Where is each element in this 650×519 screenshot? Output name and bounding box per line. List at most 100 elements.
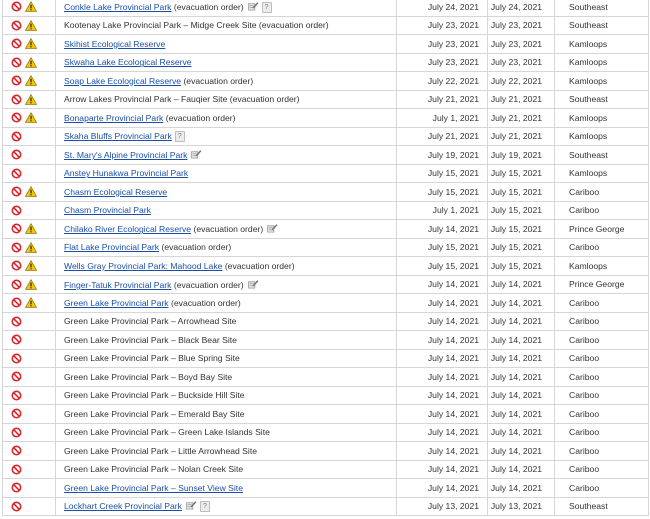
park-link[interactable]: Wells Gray Provincial Park: Mahood Lake [64, 261, 222, 271]
table-row: Green Lake Provincial Park (evacuation o… [2, 293, 649, 313]
park-name-cell: Soap Lake Ecological Reserve (evacuation… [55, 71, 397, 91]
region-cell: Southeast [554, 15, 649, 35]
no-entry-icon [11, 205, 22, 216]
date-1: July 14, 2021 [427, 427, 479, 438]
info-icon[interactable]: ? [199, 501, 210, 513]
status-note: (evacuation order) [224, 260, 295, 271]
pencil-note-icon[interactable] [247, 279, 259, 289]
date-cell-1: July 15, 2021 [396, 237, 488, 257]
region-cell: Cariboo [554, 237, 649, 257]
date-cell-2: July 24, 2021 [487, 0, 555, 17]
region: Cariboo [569, 186, 600, 197]
park-link[interactable]: Anstey Hunakwa Provincial Park [64, 168, 188, 178]
no-entry-icon [11, 371, 22, 382]
date-2: July 14, 2021 [490, 427, 542, 438]
date-cell-2: July 14, 2021 [487, 348, 555, 368]
park-link[interactable]: Bonaparte Provincial Park [64, 113, 163, 123]
info-icon[interactable]: ? [174, 130, 185, 142]
date-cell-1: July 14, 2021 [396, 293, 488, 313]
status-icons-cell [2, 330, 56, 350]
pencil-note-icon[interactable] [191, 149, 202, 159]
date-2: July 21, 2021 [490, 112, 542, 123]
park-name: Green Lake Provincial Park – Nolan Creek… [64, 464, 244, 475]
status-icons-cell [2, 89, 56, 109]
park-name-cell: Green Lake Provincial Park – Black Bear … [55, 330, 397, 350]
region-cell: Prince George [554, 274, 649, 294]
no-entry-icon [11, 297, 22, 308]
park-name-cell: Green Lake Provincial Park – Green Lake … [55, 422, 397, 442]
date-2: July 15, 2021 [490, 242, 542, 253]
park-link[interactable]: Green Lake Provincial Park [64, 298, 169, 308]
park-link[interactable]: Chasm Provincial Park [64, 205, 151, 215]
no-entry-icon [11, 168, 22, 179]
region: Kamloops [569, 260, 608, 271]
park-link[interactable]: Chasm Ecological Reserve [64, 187, 167, 197]
park-name: Green Lake Provincial Park – Emerald Bay… [64, 408, 245, 419]
date-2: July 14, 2021 [490, 297, 542, 308]
date-2: July 14, 2021 [490, 353, 542, 364]
park-name: Green Lake Provincial Park – Blue Spring… [64, 353, 240, 364]
date-cell-2: July 21, 2021 [487, 108, 555, 128]
park-link[interactable]: Chilako River Ecological Reserve [64, 224, 191, 234]
date-cell-2: July 15, 2021 [487, 256, 555, 276]
date-1: July 14, 2021 [427, 334, 479, 345]
date-2: July 14, 2021 [490, 482, 542, 493]
date-cell-2: July 14, 2021 [487, 441, 555, 461]
park-link[interactable]: Finger-Tatuk Provincial Park [64, 280, 171, 290]
region-cell: Southeast [554, 145, 649, 165]
no-entry-icon [11, 94, 22, 105]
table-row: Green Lake Provincial Park – Little Arro… [2, 441, 649, 461]
park-link[interactable]: Flat Lake Provincial Park [64, 242, 159, 252]
park-name-cell: Green Lake Provincial Park – Sunset View… [55, 478, 397, 498]
region-cell: Southeast [554, 0, 649, 17]
status-icons-cell [2, 163, 56, 183]
park-name-cell: Green Lake Provincial Park – Blue Spring… [55, 348, 397, 368]
date-cell-2: July 14, 2021 [487, 422, 555, 442]
date-1: July 23, 2021 [427, 20, 479, 31]
table-row: Kootenay Lake Provincial Park – Midge Cr… [2, 15, 649, 35]
region: Kamloops [569, 131, 608, 142]
region-cell: Cariboo [554, 367, 649, 387]
status-icons-cell [2, 459, 56, 479]
no-entry-icon [11, 57, 22, 68]
date-cell-2: July 14, 2021 [487, 274, 555, 294]
region-cell: Cariboo [554, 422, 649, 442]
pencil-note-icon[interactable] [247, 1, 259, 11]
pencil-note-icon[interactable] [267, 223, 278, 233]
no-entry-icon [11, 482, 22, 493]
park-link[interactable]: Skaha Bluffs Provincial Park [64, 131, 172, 141]
park-link[interactable]: Skwaha Lake Ecological Reserve [64, 57, 192, 67]
status-note: (evacuation order) [173, 1, 244, 12]
park-link[interactable]: St. Mary's Alpine Provincial Park [64, 150, 187, 160]
park-name-cell: Anstey Hunakwa Provincial Park [55, 163, 397, 183]
table-row: St. Mary's Alpine Provincial Park July 1… [2, 145, 649, 165]
region: Kamloops [569, 75, 608, 86]
date-2: July 23, 2021 [490, 20, 542, 31]
park-name: Green Lake Provincial Park – Green Lake … [64, 427, 270, 438]
pencil-note-icon[interactable] [186, 500, 197, 510]
info-icon[interactable]: ? [261, 1, 272, 13]
region: Cariboo [569, 353, 600, 364]
park-link[interactable]: Green Lake Provincial Park – Sunset View… [64, 483, 243, 493]
date-1: July 14, 2021 [427, 445, 479, 456]
date-2: July 24, 2021 [490, 1, 542, 12]
table-row: Green Lake Provincial Park – Nolan Creek… [2, 459, 649, 479]
date-2: July 13, 2021 [490, 501, 542, 512]
park-link[interactable]: Lockhart Creek Provincial Park [64, 501, 182, 511]
park-name: Green Lake Provincial Park – Arrowhead S… [64, 316, 237, 327]
date-cell-2: July 23, 2021 [487, 34, 555, 54]
table-row: Skwaha Lake Ecological Reserve July 23, … [2, 52, 649, 72]
park-link[interactable]: Skihist Ecological Reserve [64, 39, 165, 49]
park-name-cell: Kootenay Lake Provincial Park – Midge Cr… [55, 15, 397, 35]
status-note: (evacuation order) [173, 279, 244, 290]
status-icons-cell [2, 496, 56, 516]
table-row: Lockhart Creek Provincial Park? July 13,… [2, 496, 649, 516]
park-link[interactable]: Soap Lake Ecological Reserve [64, 76, 181, 86]
date-cell-1: July 21, 2021 [396, 89, 488, 109]
date-cell-1: July 21, 2021 [396, 126, 488, 146]
date-2: July 19, 2021 [490, 149, 542, 160]
table-row: Chilako River Ecological Reserve (evacua… [2, 219, 649, 239]
park-link[interactable]: Conkle Lake Provincial Park [64, 2, 171, 12]
park-name: Green Lake Provincial Park – Little Arro… [64, 445, 257, 456]
date-1: July 21, 2021 [427, 131, 479, 142]
